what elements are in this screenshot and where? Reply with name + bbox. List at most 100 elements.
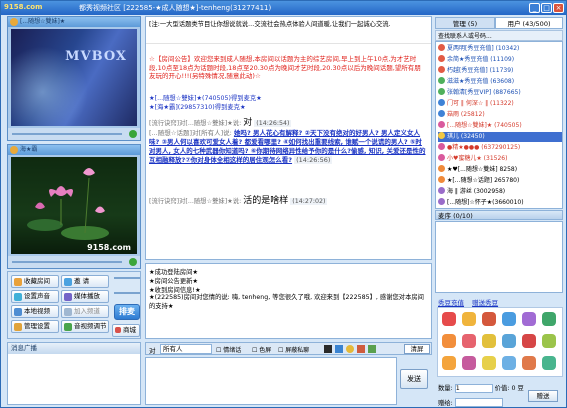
emoticon-icon[interactable]: [346, 345, 354, 353]
shop-button[interactable]: 商城: [112, 324, 140, 337]
list-item[interactable]: ★[...随想☆话题] 265780): [438, 176, 519, 186]
list-item[interactable]: 滋滋★秀豆充值 (63608): [438, 77, 514, 87]
message-input[interactable]: [145, 357, 397, 405]
list-item[interactable]: 小♥蜜糖儿★ (31526): [438, 154, 507, 164]
close-button[interactable]: ×: [553, 3, 564, 13]
room-controls: 收藏房间 邀 请 设置声音 媒体播放 本地视频 加入频道 管理设置 音视频调节 …: [7, 271, 141, 339]
list-item-selected[interactable]: 琪儿 (32450): [438, 132, 562, 142]
private-chat[interactable]: ★成功登陆房间★ ★房间公告更新★ ★收到房间信息!★ ★(222585)房间对…: [145, 263, 432, 339]
clear-screen-button[interactable]: 清屏: [404, 344, 430, 354]
gift-flower-icon[interactable]: [522, 312, 536, 326]
list-item[interactable]: ●精★●●● (637290125): [438, 143, 520, 153]
gift-cup-icon[interactable]: [522, 356, 536, 370]
queue-mic-button[interactable]: 排麦: [114, 304, 140, 320]
play-icon[interactable]: [129, 130, 137, 138]
media-icon: [64, 293, 72, 301]
font-icon[interactable]: [335, 345, 343, 353]
gift-car-icon[interactable]: [502, 356, 516, 370]
user-search-input[interactable]: 查找联系人或号码...: [435, 30, 563, 41]
gift-heart-icon[interactable]: [442, 312, 456, 326]
gift-cake-icon[interactable]: [442, 334, 456, 348]
video-1-label: [...随想☆雙妹]★: [20, 18, 66, 25]
public-chat[interactable]: [注:一大型话题类节目让你想说就说…交流社会热点体验人间道暖,让我们一起诚心交流…: [145, 16, 432, 260]
tab-recharge[interactable]: 秀豆充值: [438, 299, 464, 307]
gift-bell-icon[interactable]: [442, 356, 456, 370]
gift-send-button[interactable]: 赠送: [528, 390, 558, 402]
avatar-icon: [438, 88, 445, 95]
video-2-screen[interactable]: 9158.com: [11, 157, 137, 254]
gift-gem-icon[interactable]: [502, 312, 516, 326]
minimize-button[interactable]: _: [529, 3, 540, 13]
av-adjust-button[interactable]: 音视频调节: [61, 320, 109, 333]
video-1-screen[interactable]: MVBOX: [11, 29, 137, 126]
avatar-icon: [438, 187, 445, 194]
volume-slider[interactable]: [12, 133, 122, 135]
system-msg-1: ★成功登陆房间★: [149, 269, 199, 276]
system-msg-4: ★(222585)房间对您情的说: 嗨, tenheng, 等您很久了哦, 欢迎…: [149, 294, 424, 310]
gift-fire-icon[interactable]: [482, 312, 496, 326]
mic-queue-header[interactable]: 麦序 (0/10): [435, 210, 563, 220]
list-item[interactable]: ★♥[...随想☆雙妹] 8258): [438, 165, 517, 175]
video-panel-2: 海★霸 9158.com: [7, 144, 141, 269]
gift-star-icon[interactable]: [462, 312, 476, 326]
media-player-button[interactable]: 媒体播放: [61, 290, 109, 303]
tab-admins[interactable]: 管理 (5): [435, 17, 495, 29]
admin-settings-button[interactable]: 管理设置: [11, 320, 59, 333]
gift-clover-icon[interactable]: [542, 312, 556, 326]
list-item[interactable]: [...随想☆雙妹]★ (740505): [438, 121, 522, 131]
mic-volume-slider[interactable]: [114, 277, 140, 279]
gift-kiss-icon[interactable]: [462, 334, 476, 348]
avatar-icon: [438, 77, 445, 84]
list-item[interactable]: 门可 ‖ 何深☆ ‖ (11322): [438, 99, 514, 109]
maximize-button[interactable]: □: [541, 3, 552, 13]
list-item[interactable]: 朽越[秀豆充值] (11739): [438, 66, 513, 76]
avatar-icon: [438, 44, 445, 51]
sound-settings-button[interactable]: 设置声音: [11, 290, 59, 303]
play-icon[interactable]: [129, 258, 137, 266]
list-item[interactable]: 余简★秀豆充值 (11109): [438, 55, 514, 65]
favorite-room-button[interactable]: 收藏房间: [11, 275, 59, 288]
tab-send-beans[interactable]: 赠送秀豆: [472, 299, 498, 307]
avatar-icon: [438, 121, 445, 128]
avatar-icon: [438, 143, 445, 150]
speaker-volume-slider[interactable]: [114, 292, 140, 294]
image-icon[interactable]: [357, 345, 365, 353]
video-1-watermark: MVBOX: [65, 49, 127, 64]
avatar-icon: [438, 132, 445, 139]
tab-users[interactable]: 用户 (43/500): [495, 17, 563, 29]
invite-button[interactable]: 邀 请: [61, 275, 109, 288]
list-item[interactable]: [...随想]☆怀子★(3660010): [438, 198, 524, 208]
gift-bear-icon[interactable]: [542, 334, 556, 348]
gift-quantity-input[interactable]: 1: [454, 383, 493, 393]
gift-recipient-select[interactable]: [454, 398, 503, 407]
title-bar: 9158.com 都秀视频社区 [222585-★成人随想★]-tenheng(…: [1, 1, 566, 15]
system-msg-3: ★收到房间信息!★: [149, 287, 201, 294]
block-private-checkbox[interactable]: ☐ 屏蔽私聊: [278, 345, 309, 354]
send-button[interactable]: 发送: [400, 369, 428, 389]
color-checkbox[interactable]: ☐ 色屏: [252, 345, 271, 354]
mic-queue-list[interactable]: [435, 221, 563, 293]
list-item[interactable]: 菇雨 (25812): [438, 110, 485, 120]
lotus-image: [25, 163, 115, 243]
gift-ring-icon[interactable]: [542, 356, 556, 370]
avatar-icon: [438, 198, 445, 205]
list-item[interactable]: 海 ‖ 游丝 (3002958): [438, 187, 505, 197]
local-video-button[interactable]: 本地视频: [11, 305, 59, 318]
font-color-icon[interactable]: [324, 345, 332, 353]
avatar-icon: [438, 165, 445, 172]
gift-rose-icon[interactable]: [522, 334, 536, 348]
equalizer-icon: [64, 323, 72, 331]
gift-balloon-icon[interactable]: [502, 334, 516, 348]
shop-icon: [115, 327, 121, 333]
join-channel-button[interactable]: 加入频道: [61, 305, 109, 318]
gift-crown-icon[interactable]: [482, 334, 496, 348]
list-item[interactable]: 张翰清[秀豆VIP] (887665): [438, 88, 521, 98]
volume-slider[interactable]: [12, 261, 122, 263]
gift-candy-icon[interactable]: [462, 356, 476, 370]
emotion-checkbox[interactable]: ☐ 情绪话: [216, 345, 241, 354]
gift-icon[interactable]: [368, 345, 376, 353]
recipient-select[interactable]: 所有人: [160, 344, 212, 354]
user-list[interactable]: 夏两明[秀豆充值] (10342) 余简★秀豆充值 (11109) 朽越[秀豆充…: [435, 41, 563, 209]
list-item[interactable]: 夏两明[秀豆充值] (10342): [438, 44, 519, 54]
gift-sun-icon[interactable]: [482, 356, 496, 370]
